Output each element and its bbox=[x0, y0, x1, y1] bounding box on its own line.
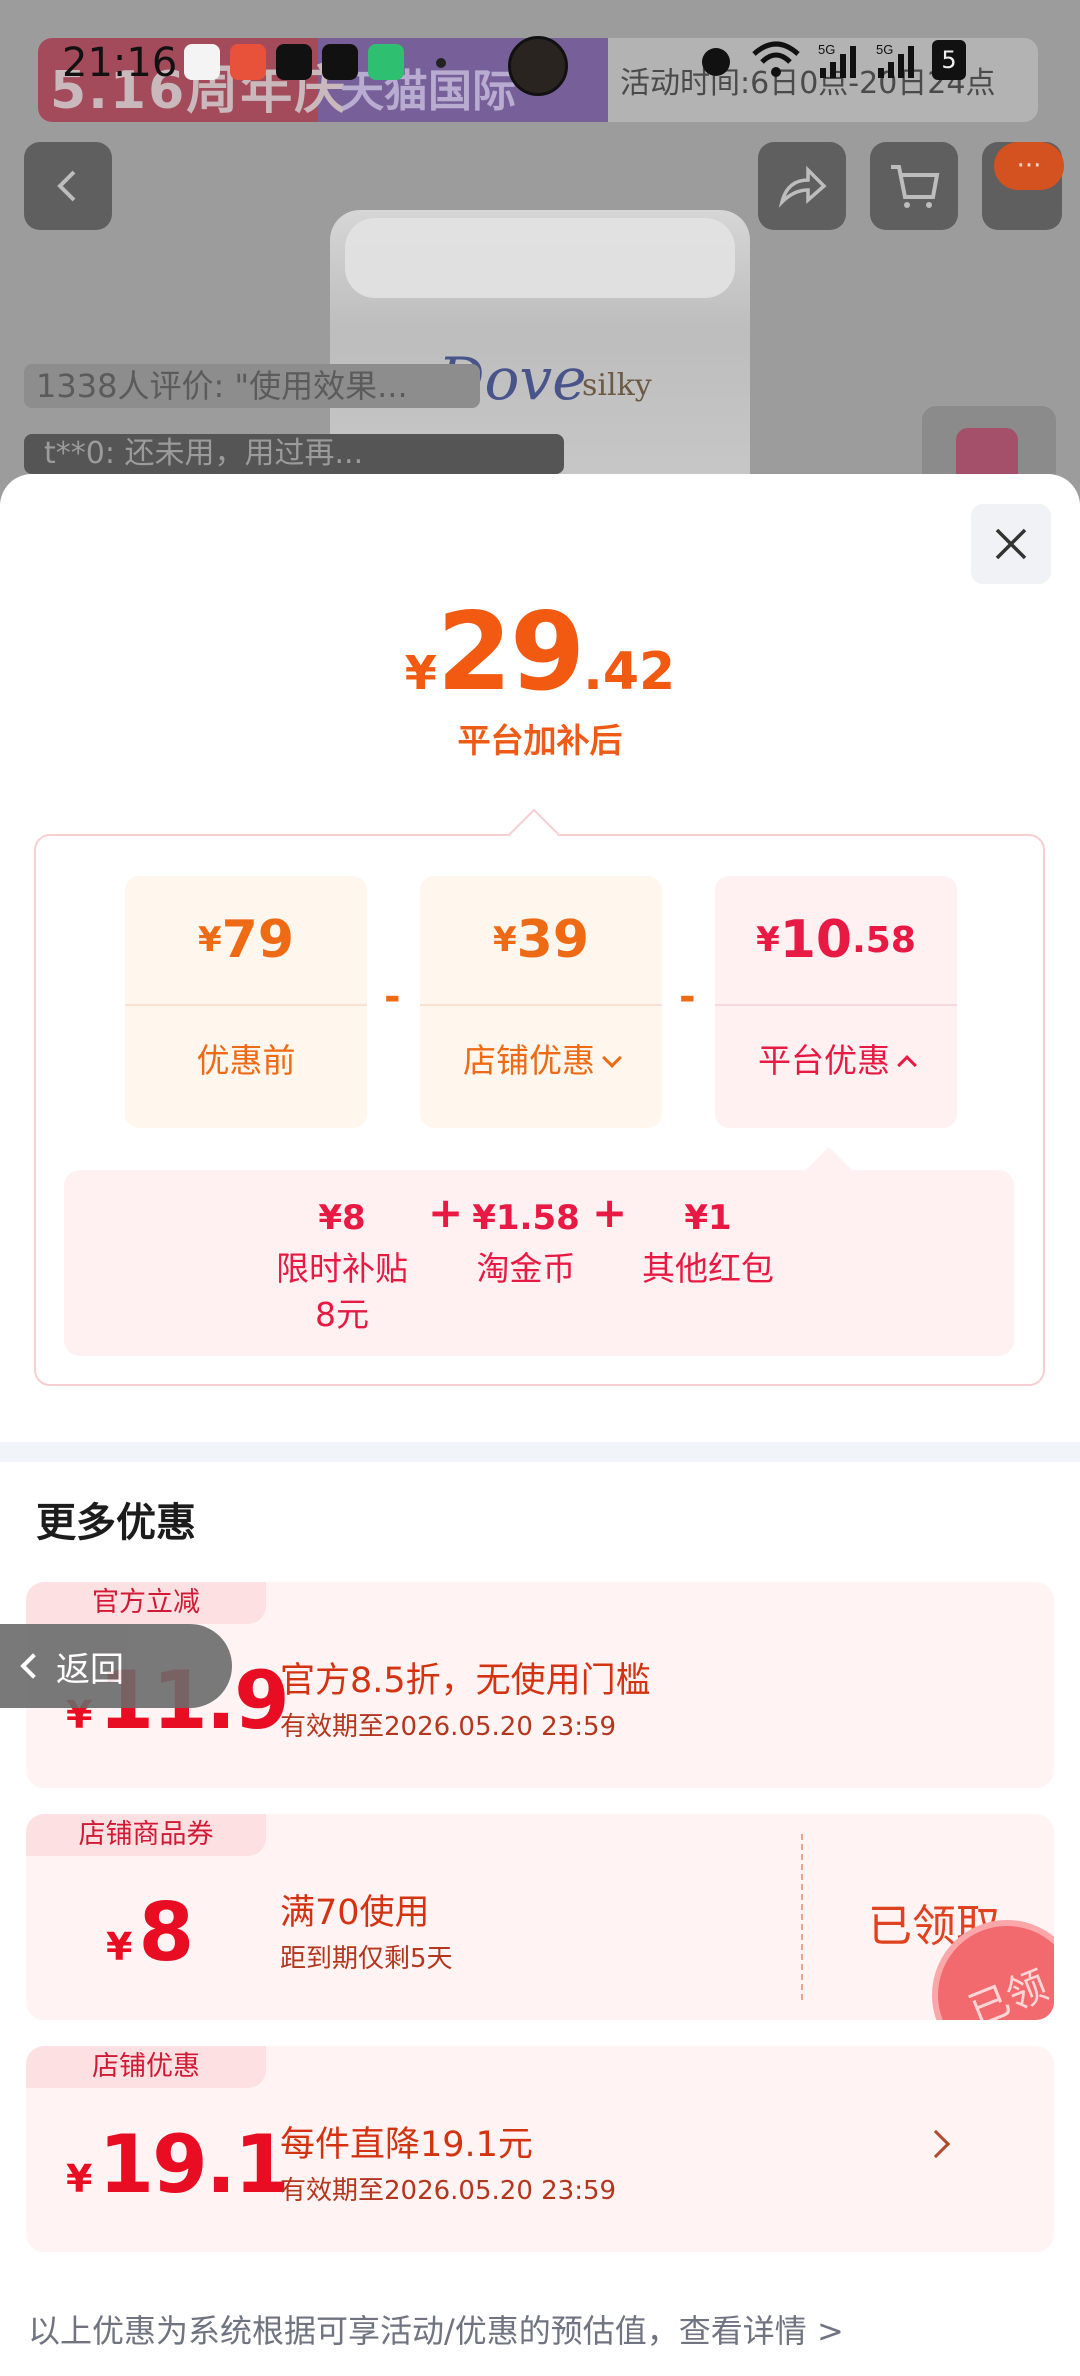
platform-discount-value: ¥10.58 bbox=[715, 876, 957, 1004]
platform-item-value: ¥1.58 bbox=[472, 1198, 580, 1238]
coupon-tag: 店铺优惠 bbox=[26, 2046, 266, 2088]
floating-back-button[interactable]: 返回 bbox=[0, 1624, 232, 1708]
app-icon bbox=[230, 44, 266, 80]
share-icon bbox=[778, 165, 827, 208]
coupon-title: 满70使用 bbox=[280, 1893, 430, 1933]
status-bar: 21:16 5G 5G 5 bbox=[0, 0, 1080, 120]
section-separator bbox=[0, 1442, 1080, 1462]
platform-item-subsidy: ¥8 限时补贴 8元 bbox=[262, 1198, 422, 1338]
app-icon bbox=[368, 44, 404, 80]
coupon-shop-discount[interactable]: 店铺优惠 ¥19.1 每件直降19.1元 有效期至2026.05.20 23:5… bbox=[26, 2046, 1054, 2252]
footer-disclaimer-link[interactable]: 以上优惠为系统根据可享活动/优惠的预估值，查看详情 > bbox=[28, 2306, 844, 2352]
minus-sign: - bbox=[679, 974, 696, 1020]
final-price: ¥29.42 bbox=[0, 590, 1080, 715]
coupon-title: 官方8.5折，无使用门槛 bbox=[280, 1661, 651, 1701]
platform-item-redpacket: ¥1 其他红包 bbox=[626, 1198, 790, 1292]
chevron-up-icon bbox=[897, 1054, 917, 1075]
currency-symbol: ¥ bbox=[197, 920, 222, 960]
platform-discount-card[interactable]: ¥10.58 平台优惠 bbox=[715, 876, 957, 1128]
user-review-ticker[interactable]: t**0: 还未用，用过再... bbox=[24, 434, 564, 474]
app-icon bbox=[184, 44, 220, 80]
cart-icon bbox=[891, 165, 940, 208]
coupon-shop[interactable]: 店铺商品券 ¥8 满70使用 距到期仅剩5天 已领取 已领 bbox=[26, 1814, 1054, 2020]
amount-decimal: .58 bbox=[852, 919, 916, 961]
platform-item-value: ¥8 bbox=[318, 1198, 366, 1238]
final-price-caption: 平台加补后 bbox=[457, 721, 623, 760]
notification-app-icons bbox=[184, 44, 404, 80]
final-price-currency: ¥ bbox=[404, 646, 437, 700]
close-icon bbox=[995, 528, 1027, 560]
product-lid bbox=[345, 218, 735, 298]
minus-sign: - bbox=[384, 974, 401, 1020]
coupon-amount: ¥19.1 bbox=[66, 2118, 290, 2211]
chevron-left-icon bbox=[57, 170, 76, 202]
plus-sign: + bbox=[592, 1188, 628, 1237]
close-button[interactable] bbox=[971, 504, 1051, 584]
shop-discount-label: 店铺优惠 bbox=[463, 1041, 595, 1080]
alarm-icon bbox=[702, 48, 730, 76]
divider bbox=[715, 1004, 957, 1006]
system-icons: 5G 5G 5 bbox=[696, 40, 966, 80]
plus-sign: + bbox=[428, 1188, 464, 1237]
shop-discount-card[interactable]: ¥39 店铺优惠 bbox=[420, 876, 662, 1128]
coupon-amount: ¥8 bbox=[106, 1886, 194, 1979]
amount: 8 bbox=[138, 1886, 194, 1979]
back-label: 返回 bbox=[56, 1649, 124, 1690]
coupon-validity: 距到期仅剩5天 bbox=[280, 1944, 453, 1974]
amount: 19.1 bbox=[98, 2118, 289, 2211]
tiktok-icon bbox=[322, 44, 358, 80]
currency-symbol: ¥ bbox=[66, 2157, 93, 2201]
coupon-tag: 官方立减 bbox=[26, 1582, 266, 1624]
original-price-value: ¥79 bbox=[125, 876, 367, 1004]
battery-icon: 5 bbox=[932, 40, 966, 80]
platform-item-label: 限时补贴 8元 bbox=[276, 1249, 408, 1334]
signal-5g-icon: 5G bbox=[876, 42, 914, 78]
original-price-card: ¥79 优惠前 bbox=[125, 876, 367, 1128]
platform-item-coins: ¥1.58 淘金币 bbox=[462, 1198, 590, 1292]
shop-discount-toggle[interactable]: 店铺优惠 bbox=[420, 1034, 662, 1082]
review-summary[interactable]: 1338人评价: "使用效果... bbox=[24, 364, 480, 408]
cart-button[interactable] bbox=[870, 142, 958, 230]
coupon-validity: 有效期至2026.05.20 23:59 bbox=[280, 2176, 617, 2206]
wifi-icon bbox=[752, 41, 800, 77]
tiktok-icon bbox=[276, 44, 312, 80]
currency-symbol: ¥ bbox=[492, 920, 517, 960]
original-price-label: 优惠前 bbox=[196, 1041, 296, 1080]
platform-item-value: ¥1 bbox=[684, 1198, 732, 1238]
share-button[interactable] bbox=[758, 142, 846, 230]
divider bbox=[125, 1004, 367, 1006]
discount-detail-sheet: ¥29.42 平台加补后 ¥79 优惠前 - ¥39 店铺优惠 - ¥10.58 bbox=[0, 474, 1080, 2376]
amount: 39 bbox=[516, 910, 590, 970]
svg-text:5G: 5G bbox=[876, 42, 893, 57]
coupon-title: 每件直降19.1元 bbox=[280, 2125, 533, 2165]
amount: 10 bbox=[779, 910, 853, 970]
currency-symbol: ¥ bbox=[756, 920, 780, 960]
screen: 5.16周年庆 天猫国际 活动时间:6日0点-20日24点 Dove silky… bbox=[0, 0, 1080, 2376]
svg-text:5G: 5G bbox=[818, 42, 835, 57]
platform-item-label: 其他红包 bbox=[642, 1249, 774, 1288]
status-time: 21:16 bbox=[62, 40, 178, 86]
platform-item-label: 淘金币 bbox=[476, 1249, 576, 1288]
avatar bbox=[508, 36, 568, 96]
notification-dot bbox=[436, 58, 446, 68]
amount: 79 bbox=[221, 910, 295, 970]
chevron-down-icon bbox=[602, 1047, 622, 1068]
chevron-right-icon[interactable] bbox=[921, 2129, 951, 2159]
final-price-integer: 29 bbox=[436, 590, 585, 715]
platform-discount-label: 平台优惠 bbox=[758, 1041, 890, 1080]
final-price-decimal: .42 bbox=[583, 642, 676, 702]
chevron-left-icon bbox=[20, 1653, 46, 1679]
back-button[interactable] bbox=[24, 142, 112, 230]
platform-discount-toggle[interactable]: 平台优惠 bbox=[715, 1034, 957, 1082]
coupon-validity: 有效期至2026.05.20 23:59 bbox=[280, 1712, 617, 1742]
coupon-divider bbox=[801, 1834, 803, 2000]
signal-5g-icon: 5G bbox=[818, 42, 856, 78]
divider bbox=[420, 1004, 662, 1006]
more-discounts-title: 更多优惠 bbox=[36, 1500, 196, 1546]
coupon-tag: 店铺商品券 bbox=[26, 1814, 266, 1856]
currency-symbol: ¥ bbox=[106, 1925, 133, 1969]
more-badge[interactable]: ··· bbox=[994, 142, 1064, 190]
shop-discount-value: ¥39 bbox=[420, 876, 662, 1004]
product-variant: silky bbox=[582, 368, 652, 403]
